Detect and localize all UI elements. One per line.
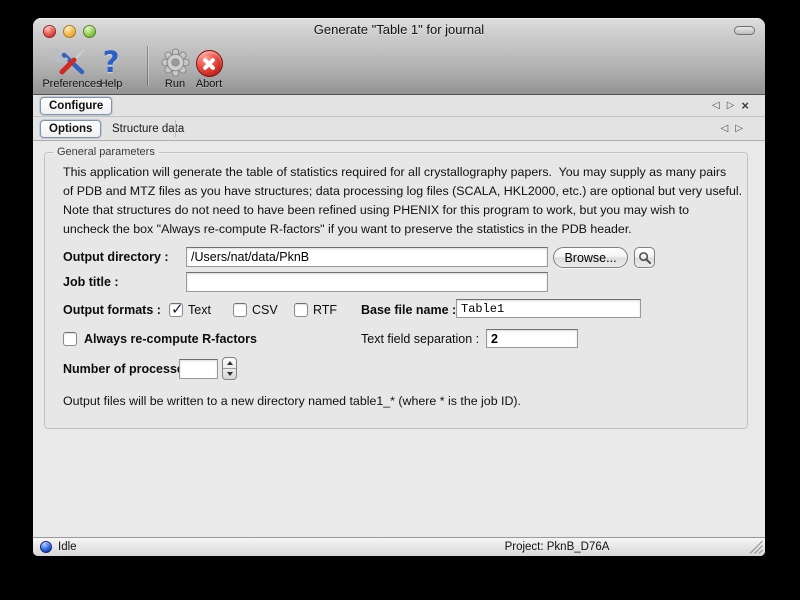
output-files-note: Output files will be written to a new di… <box>63 394 521 408</box>
job-title-label: Job title : <box>63 275 119 290</box>
tab-options[interactable]: Options <box>40 120 101 138</box>
description-text: This application will generate the table… <box>63 163 742 239</box>
recompute-r-factors-checkbox[interactable] <box>63 332 77 346</box>
run-label: Run <box>165 78 185 90</box>
stepper-down-button[interactable] <box>223 369 236 380</box>
abort-button[interactable]: Abort <box>187 48 231 90</box>
tab-scroll-right-icon[interactable]: ▷ <box>735 124 743 134</box>
tab-scroll-right-icon[interactable]: ▷ <box>727 101 735 111</box>
toolbar-separator <box>147 46 148 86</box>
checkmark-icon: ✓ <box>171 300 184 318</box>
base-file-name-input[interactable] <box>456 299 641 318</box>
tab-divider <box>175 120 176 137</box>
output-formats-label: Output formats : <box>63 303 161 318</box>
open-directory-magnifier-button[interactable] <box>634 247 655 268</box>
app-window: Generate "Table 1" for journal Preferenc… <box>33 18 765 556</box>
tab-scroll-left-icon[interactable]: ◁ <box>721 124 729 134</box>
format-csv-checkbox[interactable] <box>233 303 247 317</box>
format-rtf-label[interactable]: RTF <box>313 303 337 318</box>
description-line: This application will generate the table… <box>63 163 742 182</box>
base-file-name-label: Base file name : <box>361 303 456 318</box>
resize-grip[interactable] <box>750 541 763 554</box>
question-mark-icon: ? <box>103 47 120 77</box>
tab-structure-data[interactable]: Structure data <box>104 120 192 138</box>
general-parameters-groupbox: General parameters This application will… <box>44 152 748 429</box>
project-label: Project: PknB_D76A <box>457 541 657 553</box>
tab-scroll-left-icon[interactable]: ◁ <box>712 101 720 111</box>
titlebar: Generate "Table 1" for journal <box>33 18 765 42</box>
processes-stepper <box>222 357 237 380</box>
crossed-tools-icon <box>55 47 89 77</box>
options-tab-bar: Options Structure data ◁ ▷ <box>33 117 765 141</box>
format-csv-label[interactable]: CSV <box>252 303 278 318</box>
number-of-processes-input[interactable] <box>179 359 218 379</box>
help-button[interactable]: ? Help <box>91 47 131 90</box>
recompute-r-factors-label[interactable]: Always re-compute R-factors <box>84 332 257 347</box>
output-directory-label: Output directory : <box>63 250 169 265</box>
window-header: Generate "Table 1" for journal Preferenc… <box>33 18 765 95</box>
up-arrow-icon <box>227 361 233 365</box>
status-bar: Idle Project: PknB_D76A <box>33 537 765 556</box>
magnifier-icon <box>638 251 651 264</box>
options-panel: General parameters This application will… <box>33 141 765 537</box>
browse-button[interactable]: Browse... <box>553 247 628 268</box>
toolbar-toggle-pill-button[interactable] <box>734 26 755 35</box>
format-rtf-checkbox[interactable] <box>294 303 308 317</box>
output-directory-input[interactable] <box>186 247 548 267</box>
format-text-checkbox[interactable]: ✓ <box>169 303 183 317</box>
description-line: uncheck the box "Always re-compute R-fac… <box>63 220 742 239</box>
description-line: of PDB and MTZ files as you have structu… <box>63 182 742 201</box>
window-title: Generate "Table 1" for journal <box>33 22 765 37</box>
format-text-label[interactable]: Text <box>188 303 211 318</box>
job-title-input[interactable] <box>186 272 548 292</box>
tab-configure[interactable]: Configure <box>40 97 112 115</box>
abort-label: Abort <box>196 78 222 90</box>
stepper-up-button[interactable] <box>223 358 236 369</box>
configure-tab-bar: Configure ◁ ▷ × <box>33 95 765 117</box>
status-idle-sphere-icon <box>40 541 52 553</box>
text-field-separation-label: Text field separation : <box>361 332 479 347</box>
gear-icon <box>161 48 190 77</box>
help-label: Help <box>100 78 123 90</box>
text-field-separation-input[interactable] <box>486 329 578 348</box>
desktop-background: Generate "Table 1" for journal Preferenc… <box>0 0 800 600</box>
description-line: Note that structures do not need to have… <box>63 201 742 220</box>
abort-x-icon <box>196 50 223 77</box>
status-text: Idle <box>58 541 77 553</box>
tab-close-icon[interactable]: × <box>741 100 749 112</box>
groupbox-legend: General parameters <box>53 146 159 158</box>
down-arrow-icon <box>227 372 233 376</box>
